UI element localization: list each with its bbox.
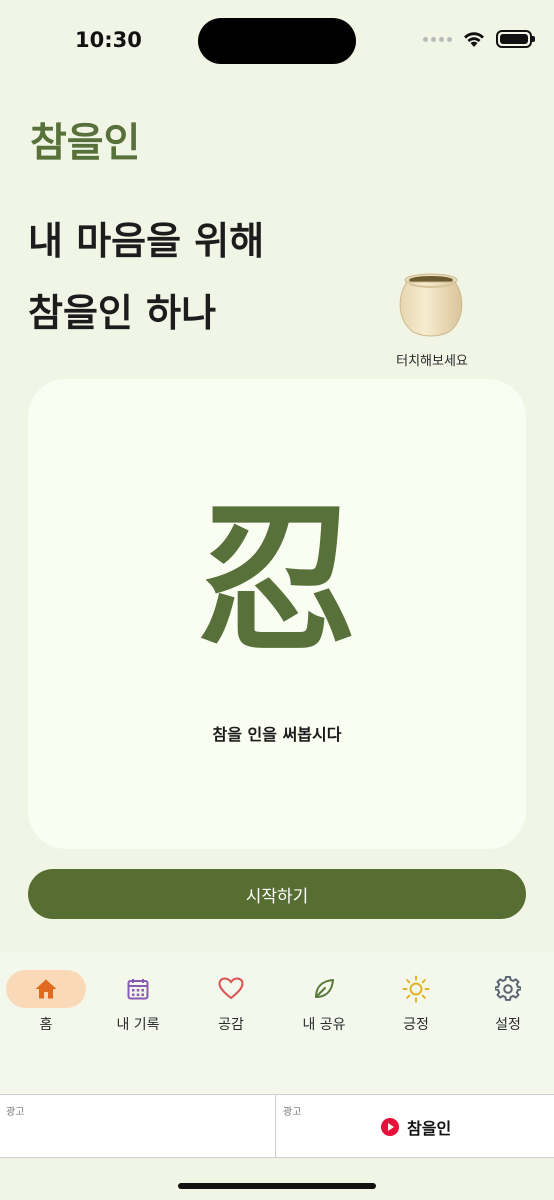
ad-area: 광고 광고 참을인: [0, 1094, 554, 1158]
calendar-icon: [127, 979, 149, 1000]
tab-bar: 홈 내 기록 공감 내 공유 긍정 설정: [0, 952, 554, 1094]
tab-settings[interactable]: 설정: [463, 970, 553, 1034]
tab-my-share[interactable]: 내 공유: [279, 970, 369, 1034]
status-time: 10:30: [75, 28, 142, 52]
tab-home[interactable]: 홈: [1, 970, 91, 1034]
signal-icon: [423, 36, 452, 42]
battery-icon: [496, 30, 535, 48]
headline-line-2: 참을인 하나: [28, 291, 217, 335]
tab-empathy[interactable]: 공감: [186, 970, 276, 1034]
status-bar: 10:30: [0, 0, 554, 80]
headline-line-1: 내 마음을 위해: [28, 219, 265, 263]
ad-brand: 참을인: [381, 1115, 451, 1139]
tab-my-records[interactable]: 내 기록: [93, 970, 183, 1034]
kanji-character: 忍: [196, 486, 357, 673]
start-button[interactable]: 시작하기: [28, 869, 526, 919]
ad-banner-left[interactable]: 광고: [0, 1095, 276, 1158]
app-title: 참을인: [30, 120, 141, 166]
jar-icon[interactable]: [395, 272, 467, 338]
heart-icon: [218, 977, 244, 1000]
ad-label: 광고: [283, 1107, 302, 1118]
leaf-icon: [315, 979, 334, 998]
tab-label: 긍정: [403, 1017, 429, 1033]
ad-brand-label: 참을인: [407, 1119, 452, 1138]
jar-caption: 터치해보세요: [396, 354, 468, 369]
home-indicator: [178, 1183, 376, 1189]
wifi-icon: [464, 32, 484, 47]
tab-label: 내 공유: [302, 1017, 346, 1033]
play-icon: [381, 1118, 399, 1136]
tab-label: 홈: [39, 1017, 53, 1033]
status-icons: [423, 30, 535, 48]
dynamic-island: [198, 18, 356, 64]
card-caption: 참을 인을 써봅시다: [212, 725, 342, 744]
sun-icon: [402, 975, 430, 1003]
tab-positive[interactable]: 긍정: [371, 970, 461, 1034]
tab-label: 설정: [495, 1017, 521, 1033]
gear-icon: [495, 976, 521, 1001]
ad-label: 광고: [6, 1107, 25, 1118]
home-icon: [35, 979, 57, 999]
tab-label: 공감: [218, 1017, 244, 1033]
tab-label: 내 기록: [116, 1017, 160, 1033]
ad-banner-right[interactable]: 광고 참을인: [277, 1095, 554, 1158]
